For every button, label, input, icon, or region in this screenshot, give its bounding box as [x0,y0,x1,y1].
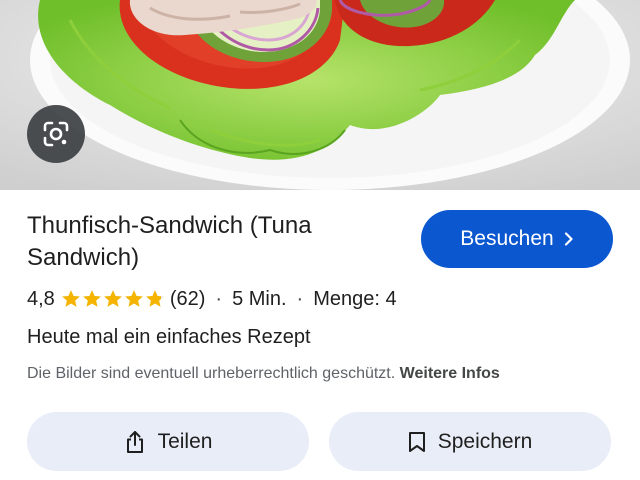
visit-button-label: Besuchen [460,227,554,250]
rating-value: 4,8 [27,287,55,310]
lens-search-button[interactable] [27,105,85,163]
prep-time: 5 Min. [232,287,287,310]
bookmark-icon [408,431,425,452]
recipe-title: Thunfisch-Sandwich (Tuna Sandwich) [27,212,312,271]
separator: · [296,287,304,310]
visit-button[interactable]: Besuchen [421,210,613,268]
rating-row: 4,8 (62) · 5 Min. · Menge: 4 [27,286,397,312]
recipe-image[interactable] [0,0,640,190]
save-button[interactable]: Speichern [329,412,611,471]
copyright-text: Die Bilder sind eventuell urheberrechtli… [27,365,396,382]
star-icon [146,290,164,307]
chevron-right-icon [564,232,573,246]
lens-search-icon [43,121,69,147]
more-info-link[interactable]: Weitere Infos [400,365,500,382]
servings: Menge: 4 [313,287,397,310]
share-icon [126,430,143,453]
copyright-notice: Die Bilder sind eventuell urheberrechtli… [27,365,500,383]
review-count: (62) [169,287,206,310]
star-icon [104,290,122,307]
share-button[interactable]: Teilen [27,412,309,471]
separator: · [215,287,223,310]
star-icon [62,290,80,307]
save-label: Speichern [437,429,533,453]
recipe-description: Heute mal ein einfaches Rezept [27,326,311,348]
star-icon [83,290,101,307]
recipe-preview-card: Thunfisch-Sandwich (Tuna Sandwich) Besuc… [0,0,640,480]
share-label: Teilen [157,429,213,453]
star-rating [61,289,166,309]
sandwich-photo [0,0,640,190]
star-icon [125,290,143,307]
